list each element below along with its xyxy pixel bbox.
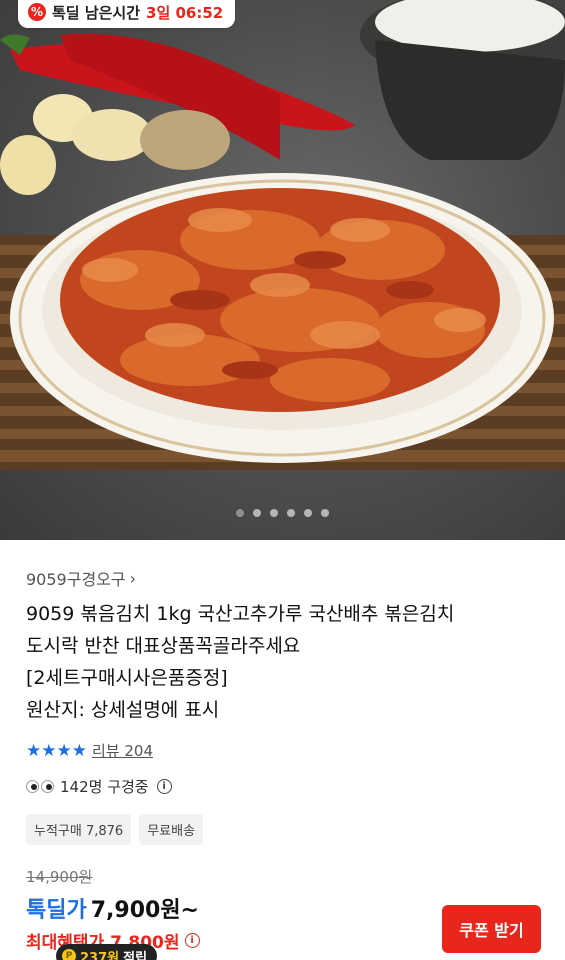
seller-link[interactable]: 9059구경오구 › [26,566,136,590]
viewers-row: 142명 구경중 i [26,776,172,797]
percent-icon: % [28,3,46,21]
coin-icon: P [62,949,76,960]
deal-timer-value: 3일 06:52 [146,3,224,22]
star-icon: ★ [56,740,72,761]
product-title-line: 원산지: 상세설명에 표시 [26,699,220,721]
deal-price-label: 톡딜가 [26,898,87,923]
product-image[interactable]: % 톡딜 남은시간 3일 06:52 [0,0,565,540]
carousel-dot[interactable] [321,509,329,517]
rating-row[interactable]: ★ ★ ★ ★ 리뷰 204 [26,740,153,761]
product-title-line: [2세트구매시사은품증정] [26,667,228,689]
coupon-button[interactable]: 쿠폰 받기 [442,905,541,953]
carousel-indicator [0,509,565,517]
review-link[interactable]: 리뷰 204 [92,740,153,761]
points-amount: 237원 [80,950,120,960]
carousel-dot[interactable] [270,509,278,517]
info-icon[interactable]: i [156,779,172,794]
deal-price-row: 톡딜가 7,900원~ [26,892,199,924]
star-rating: ★ ★ ★ ★ [26,740,87,761]
carousel-dot[interactable] [236,509,244,517]
deal-timer-badge: % 톡딜 남은시간 3일 06:52 [18,0,236,28]
eyes-icon [26,780,54,793]
carousel-dot[interactable] [304,509,312,517]
product-tags: 누적구매 7,876 무료배송 [26,814,204,845]
viewers-count: 142명 구경중 [60,778,149,796]
seller-name: 9059구경오구 [26,570,126,589]
info-icon[interactable]: i [184,933,200,948]
original-price: 14,900원 [26,868,93,886]
tag-cumulative-purchases: 누적구매 7,876 [26,814,132,845]
chevron-right-icon: › [129,568,137,588]
kimchi-photo [0,0,565,470]
tag-free-shipping: 무료배송 [139,814,204,845]
star-icon: ★ [41,740,56,761]
carousel-dot[interactable] [253,509,261,517]
product-title-line: 도시락 반찬 대표상품꼭골라주세요 [26,635,301,657]
star-icon: ★ [71,740,87,761]
points-badge: P 237원 적립 [56,944,158,960]
product-title-line: 9059 볶음김치 1kg 국산고추가루 국산배추 볶은김치 [26,603,455,625]
deal-timer-label: 톡딜 남은시간 [52,3,141,22]
points-suffix: 적립 [123,950,148,960]
deal-price-value: 7,900원~ [90,898,199,923]
carousel-dot[interactable] [287,509,295,517]
product-title: 9059 볶음김치 1kg 국산고추가루 국산배추 볶은김치 도시락 반찬 대표… [26,598,546,726]
star-icon: ★ [26,740,41,761]
